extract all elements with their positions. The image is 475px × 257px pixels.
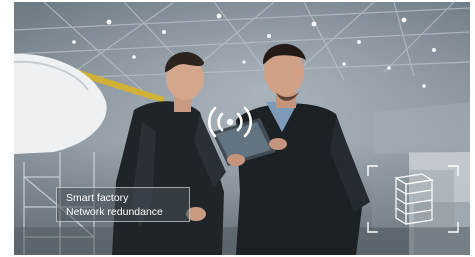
server-rack-icon: [367, 165, 459, 233]
overlay-caption: Smart factory Network redundance: [56, 187, 190, 222]
caption-line-2: Network redundance: [66, 206, 163, 218]
wireless-signal-icon: [208, 106, 252, 138]
hero-image: Smart factory Network redundance: [14, 2, 470, 255]
caption-line-1: Smart factory: [66, 192, 129, 204]
